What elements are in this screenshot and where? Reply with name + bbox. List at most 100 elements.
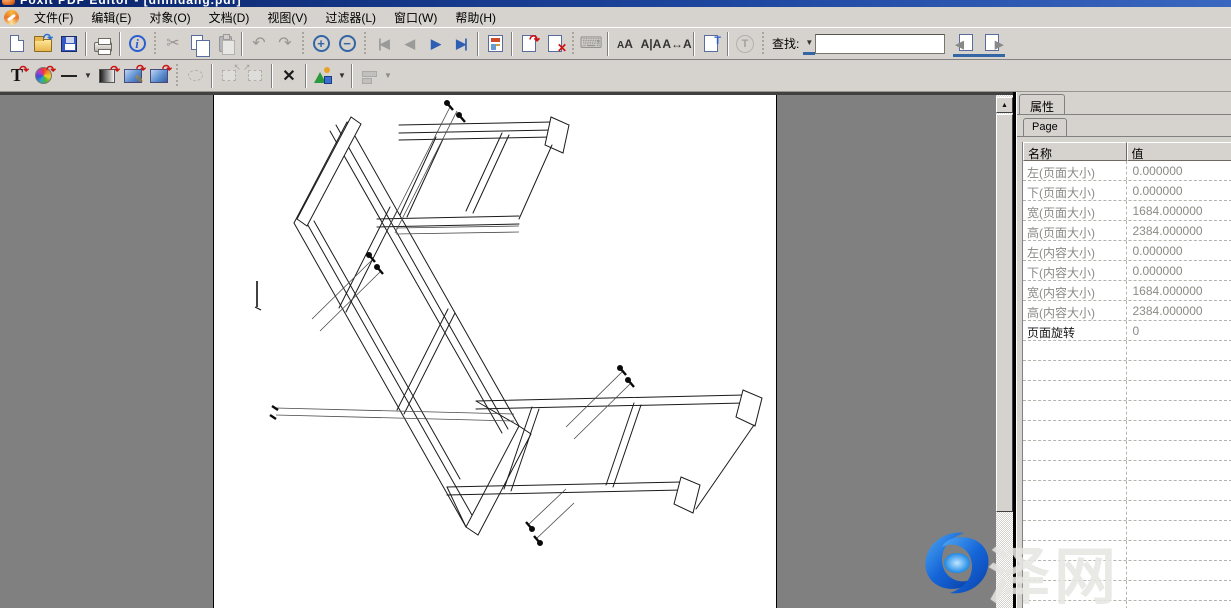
property-value[interactable] xyxy=(1127,381,1231,400)
property-value[interactable]: 0.000000 xyxy=(1127,161,1231,180)
empty-row[interactable] xyxy=(1023,461,1231,481)
transform-left-button[interactable] xyxy=(216,63,242,89)
open-button[interactable]: ↷ xyxy=(30,31,56,57)
property-value[interactable] xyxy=(1127,501,1231,520)
property-value[interactable] xyxy=(1127,361,1231,380)
new-document-button[interactable] xyxy=(4,31,30,57)
property-row[interactable]: 左(内容大小) 0.000000 xyxy=(1023,241,1231,261)
empty-row[interactable] xyxy=(1023,481,1231,501)
property-row[interactable]: 左(页面大小) 0.000000 xyxy=(1023,161,1231,181)
find-input[interactable] xyxy=(815,34,945,54)
next-page-button[interactable]: ▶ xyxy=(422,31,448,57)
menu-object[interactable]: 对象(O) xyxy=(140,7,199,28)
last-page-button[interactable]: ▶| xyxy=(448,31,474,57)
empty-row[interactable] xyxy=(1023,421,1231,441)
property-row[interactable]: 高(内容大小) 2384.000000 xyxy=(1023,301,1231,321)
property-value[interactable] xyxy=(1127,441,1231,460)
empty-row[interactable] xyxy=(1023,441,1231,461)
property-value[interactable] xyxy=(1127,401,1231,420)
text-circle-button[interactable]: T xyxy=(732,31,758,57)
property-value[interactable] xyxy=(1127,481,1231,500)
lasso-button[interactable] xyxy=(182,63,208,89)
font-button[interactable]: AA xyxy=(612,31,638,57)
line-tool-button[interactable] xyxy=(56,63,82,89)
find-next-button[interactable]: ▶ xyxy=(979,31,1005,57)
column-header-name[interactable]: 名称 xyxy=(1023,142,1127,161)
menu-window[interactable]: 窗口(W) xyxy=(385,7,446,28)
scrollbar-thumb[interactable] xyxy=(996,114,1013,512)
empty-row[interactable] xyxy=(1023,341,1231,361)
property-value[interactable]: 1684.000000 xyxy=(1127,281,1231,300)
zoom-in-button[interactable]: + xyxy=(308,31,334,57)
document-menu-icon[interactable] xyxy=(4,10,19,25)
tab-properties[interactable]: 属性 xyxy=(1019,94,1065,114)
char-spacing-button[interactable]: A|A xyxy=(638,31,664,57)
info-button[interactable]: i xyxy=(124,31,150,57)
property-value[interactable] xyxy=(1127,341,1231,360)
empty-row[interactable] xyxy=(1023,361,1231,381)
page-layout-button[interactable] xyxy=(482,31,508,57)
shading-tool-button[interactable]: ↷ xyxy=(94,63,120,89)
line-tool-dropdown[interactable]: ▼ xyxy=(82,65,94,87)
property-row[interactable]: 下(内容大小) 0.000000 xyxy=(1023,261,1231,281)
transform-right-button[interactable] xyxy=(242,63,268,89)
add-text-button[interactable]: T xyxy=(698,31,724,57)
shapes-button[interactable] xyxy=(310,63,336,89)
property-value[interactable] xyxy=(1127,541,1231,560)
empty-row[interactable] xyxy=(1023,381,1231,401)
property-row[interactable]: 页面旋转 0 xyxy=(1023,321,1231,341)
shapes-dropdown[interactable]: ▼ xyxy=(336,65,348,87)
pdf-page[interactable] xyxy=(213,95,777,608)
undo-button[interactable]: ↶ xyxy=(246,31,272,57)
property-value[interactable] xyxy=(1127,561,1231,580)
property-value[interactable]: 0.000000 xyxy=(1127,181,1231,200)
property-row[interactable]: 宽(内容大小) 1684.000000 xyxy=(1023,281,1231,301)
keyboard-button[interactable]: ⌨ xyxy=(578,31,604,57)
align-dropdown[interactable]: ▼ xyxy=(382,65,394,87)
property-value[interactable]: 0.000000 xyxy=(1127,261,1231,280)
text-tool-button[interactable]: T↷ xyxy=(4,63,30,89)
empty-row[interactable] xyxy=(1023,501,1231,521)
property-value[interactable] xyxy=(1127,581,1231,600)
menu-file[interactable]: 文件(F) xyxy=(25,7,82,28)
scroll-up-button[interactable]: ▲ xyxy=(996,97,1013,113)
property-row[interactable]: 高(页面大小) 2384.000000 xyxy=(1023,221,1231,241)
align-button[interactable] xyxy=(356,63,382,89)
copy-button[interactable] xyxy=(186,31,212,57)
property-value[interactable]: 1684.000000 xyxy=(1127,201,1231,220)
paste-button[interactable] xyxy=(212,31,238,57)
column-header-value[interactable]: 值 xyxy=(1127,142,1231,161)
delete-page-button[interactable]: ✕ xyxy=(542,31,568,57)
previous-page-button[interactable]: ◀ xyxy=(396,31,422,57)
menu-filter[interactable]: 过滤器(L) xyxy=(316,7,385,28)
edit-image-button[interactable]: ↷ xyxy=(120,63,146,89)
first-page-button[interactable]: |◀ xyxy=(370,31,396,57)
empty-row[interactable] xyxy=(1023,401,1231,421)
property-value[interactable] xyxy=(1127,601,1231,608)
property-row[interactable]: 下(页面大小) 0.000000 xyxy=(1023,181,1231,201)
property-value[interactable]: 2384.000000 xyxy=(1127,221,1231,240)
property-value[interactable]: 0 xyxy=(1127,321,1231,340)
delete-object-button[interactable]: ✕ xyxy=(276,63,302,89)
save-button[interactable] xyxy=(56,31,82,57)
menu-document[interactable]: 文档(D) xyxy=(200,7,259,28)
property-value[interactable] xyxy=(1127,421,1231,440)
menu-edit[interactable]: 编辑(E) xyxy=(82,7,140,28)
color-wheel-button[interactable]: ↷ xyxy=(30,63,56,89)
cut-button[interactable]: ✂ xyxy=(160,31,186,57)
find-dropdown-button[interactable]: ▼ xyxy=(803,33,815,55)
menu-help[interactable]: 帮助(H) xyxy=(446,7,505,28)
find-previous-button[interactable]: ◀ xyxy=(953,31,979,57)
word-spacing-button[interactable]: A↔A xyxy=(664,31,690,57)
property-value[interactable] xyxy=(1127,521,1231,540)
tab-page[interactable]: Page xyxy=(1023,118,1067,136)
menu-view[interactable]: 视图(V) xyxy=(258,7,316,28)
redo-button[interactable]: ↷ xyxy=(272,31,298,57)
zoom-out-button[interactable]: − xyxy=(334,31,360,57)
property-value[interactable] xyxy=(1127,461,1231,480)
property-row[interactable]: 宽(页面大小) 1684.000000 xyxy=(1023,201,1231,221)
print-button[interactable] xyxy=(90,31,116,57)
property-value[interactable]: 2384.000000 xyxy=(1127,301,1231,320)
rotate-page-button[interactable]: ↷ xyxy=(516,31,542,57)
replace-image-button[interactable]: ↷ xyxy=(146,63,172,89)
